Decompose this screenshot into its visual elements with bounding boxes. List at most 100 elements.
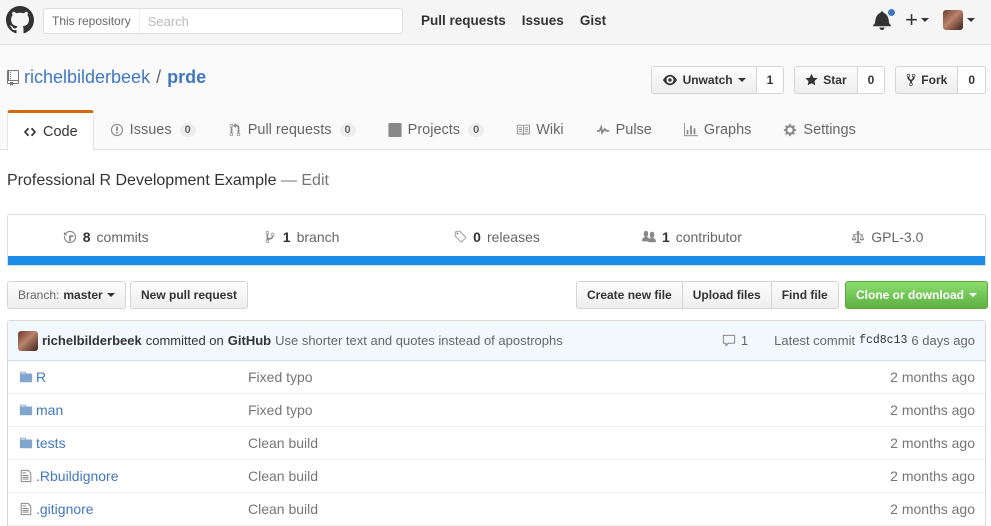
chevron-down-icon [967,18,975,22]
path-separator: / [156,67,162,87]
repo-name-link[interactable]: prde [167,67,206,88]
tab-label: Issues [129,122,172,138]
file-row: .gitignore Clean build 2 months ago [8,493,985,526]
tab-label: Pulse [615,122,652,138]
releases-stat[interactable]: 0 releases [399,215,594,258]
watchers-count[interactable]: 1 [756,66,785,94]
unwatch-label: Unwatch [682,73,733,87]
clone-or-download-button[interactable]: Clone or download [845,281,988,309]
repo-icon [7,69,19,86]
language-bar[interactable] [8,256,985,265]
repo-description: Professional R Development Example — Edi… [7,172,329,190]
tab-settings[interactable]: Settings [767,110,871,150]
chevron-down-icon [969,293,977,297]
commits-stat[interactable]: 8 commits [8,215,203,258]
issues-counter: 0 [179,123,196,137]
repo-owner-link[interactable]: richelbilderbeek [24,67,150,88]
license-label: GPL-3.0 [871,228,924,245]
file-name-link[interactable]: .Rbuildignore [36,468,119,484]
file-commit-message[interactable]: Fixed typo [248,369,313,385]
file-table: richelbilderbeek committed on GitHub Use… [7,320,986,526]
tab-label: Graphs [703,122,752,138]
user-menu[interactable] [943,10,975,30]
commit-message-link[interactable]: Use shorter text and quotes instead of a… [275,333,563,348]
fork-icon [906,73,916,87]
plus-icon: + [905,7,918,32]
branch-count: 1 [282,228,291,245]
user-avatar [943,10,963,30]
folder-icon [19,437,33,449]
clone-label: Clone or download [856,288,964,302]
tab-graphs[interactable]: Graphs [668,110,768,150]
fork-button[interactable]: Fork [895,66,959,94]
upload-files-button[interactable]: Upload files [682,281,772,309]
new-pull-request-button[interactable]: New pull request [130,281,249,309]
file-age: 2 months ago [890,402,975,418]
pulse-icon [596,124,609,135]
tab-code[interactable]: Code [7,110,94,151]
branch-stat[interactable]: 1 branch [203,215,398,258]
contributors-stat[interactable]: 1 contributor [594,215,789,258]
commit-author-link[interactable]: richelbilderbeek [42,333,142,348]
commit-action-text: committed on [145,333,224,348]
latest-commit-label: Latest commit [774,333,856,348]
file-commit-message[interactable]: Fixed typo [248,402,313,418]
tab-projects[interactable]: Projects 0 [372,110,501,150]
nav-gist[interactable]: Gist [580,13,606,28]
file-age: 2 months ago [890,468,975,484]
commit-meta: 1 Latest commit fcd8c13 6 days ago [721,333,975,348]
edit-description-link[interactable]: — Edit [281,172,329,189]
projects-counter: 0 [468,123,485,137]
commit-author-avatar[interactable] [18,330,38,351]
forks-count[interactable]: 0 [958,66,986,94]
file-name-link[interactable]: tests [36,435,66,451]
notification-dot [887,8,897,17]
file-name-link[interactable]: R [36,369,46,385]
folder-icon [19,404,33,416]
tab-pull-requests[interactable]: Pull requests 0 [212,110,372,150]
search-input[interactable] [139,13,380,29]
file-row: man Fixed typo 2 months ago [8,394,985,427]
tab-pulse[interactable]: Pulse [580,110,668,150]
star-button[interactable]: Star [794,66,858,94]
commits-count: 8 [82,228,91,245]
releases-count: 0 [473,228,481,245]
eye-icon [662,74,677,86]
commit-sha-link[interactable]: fcd8c13 [859,334,907,347]
tab-wiki[interactable]: Wiki [500,110,579,150]
file-name-link[interactable]: .gitignore [36,501,94,517]
branch-select-button[interactable]: Branch: master [7,281,126,309]
pull-requests-counter: 0 [339,123,356,137]
repo-title: richelbilderbeek / prde [7,67,206,88]
branch-select-value: master [63,288,103,302]
file-commit-message[interactable]: Clean build [248,501,318,517]
nav-issues[interactable]: Issues [522,13,564,28]
file-row: .Rbuildignore Clean build 2 months ago [8,460,985,493]
github-logo-icon[interactable] [6,6,34,34]
create-new-menu[interactable]: + [905,9,929,31]
contributors-label: contributor [675,228,742,245]
file-commit-message[interactable]: Clean build [248,435,318,451]
file-name-link[interactable]: man [36,402,63,418]
stargazers-count[interactable]: 0 [857,66,886,94]
commits-label: commits [96,228,149,245]
history-icon [63,230,76,243]
file-commit-message[interactable]: Clean build [248,468,318,484]
license-stat[interactable]: GPL-3.0 [790,215,985,258]
comment-icon[interactable] [721,334,737,348]
global-nav: Pull requests Issues Gist [421,13,606,28]
comment-count[interactable]: 1 [741,333,748,348]
file-actions-group: Create new file Upload files Find file [576,281,839,309]
fork-label: Fork [921,73,948,87]
unwatch-button[interactable]: Unwatch [650,66,757,94]
branch-label: branch [296,228,340,245]
notifications-bell-icon[interactable] [873,8,897,30]
nav-pull-requests[interactable]: Pull requests [421,13,506,28]
create-new-file-button[interactable]: Create new file [576,281,683,309]
find-file-button[interactable]: Find file [771,281,839,309]
tab-issues[interactable]: Issues 0 [94,110,212,150]
file-age: 2 months ago [890,369,975,385]
latest-commit-bar: richelbilderbeek committed on GitHub Use… [8,321,985,361]
search-scope-label: This repository [44,9,140,33]
search-box: This repository [43,8,403,34]
